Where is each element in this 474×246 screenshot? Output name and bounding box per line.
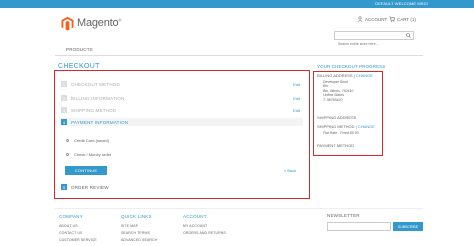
top-bar: DEFAULT WELCOME MSG! [0, 0, 474, 8]
magento-logo-icon [61, 16, 74, 31]
step-number: 5 [61, 184, 67, 190]
store-logo[interactable]: Magento® [60, 15, 121, 31]
footer-link[interactable]: CUSTOMER SERVICE [59, 238, 97, 242]
step-checkout-method[interactable]: 1 CHECKOUT METHOD Edit [61, 80, 303, 88]
footer-link[interactable]: ORDERS AND RETURNS [183, 231, 226, 235]
newsletter-heading: NEWSLETTER [327, 213, 360, 218]
edit-link[interactable]: Edit [293, 96, 300, 101]
step-shipping-method[interactable]: 3 SHIPPING METHOD Edit [61, 106, 303, 114]
billing-address-heading: BILLING ADDRESS | CHANGE [317, 73, 373, 78]
cart-icon [389, 16, 395, 22]
footer-link[interactable]: ABOUT US [59, 224, 78, 228]
edit-link[interactable]: Edit [293, 108, 300, 113]
step-label: ORDER REVIEW [71, 184, 109, 190]
shipping-address-heading: SHIPPING ADDRESS [317, 115, 357, 120]
radio-button[interactable] [66, 152, 69, 156]
billing-address-block: Developer Stork Bin Bin, Illinois, 76241… [323, 80, 354, 102]
account-label: ACCOUNT [365, 16, 388, 22]
step-label: CHECKOUT METHOD [71, 81, 120, 87]
footer-link[interactable]: SEARCH TERMS [121, 231, 150, 235]
payment-option-label: Check / Money order [74, 151, 112, 157]
step-label: SHIPPING METHOD [71, 107, 117, 113]
footer-link[interactable]: SITE MAP [121, 224, 138, 228]
footer-link[interactable]: MY ACCOUNT [183, 224, 207, 228]
payment-option-credit-card[interactable]: Credit Card (saved) [66, 136, 146, 144]
main-nav: PRODUCTS [55, 44, 423, 56]
cart-link[interactable]: CART (1) [389, 16, 416, 22]
subscribe-button[interactable]: SUBSCRIBE [393, 222, 423, 231]
footer-heading-account: ACCOUNT [183, 214, 207, 219]
payment-method-heading: PAYMENT METHOD [317, 143, 355, 148]
welcome-message: DEFAULT WELCOME MSG! [375, 1, 428, 6]
step-label: BILLING INFORMATION [71, 95, 125, 101]
step-number: 2 [61, 95, 67, 101]
step-number: 3 [61, 107, 67, 113]
search-box [334, 31, 414, 48]
payment-option-check[interactable]: Check / Money order [66, 150, 146, 158]
footer-heading-company: COMPANY [59, 214, 83, 219]
shipping-rate: Flat Rate - Fixed $5.00 [323, 131, 359, 135]
step-payment-information[interactable]: 4 PAYMENT INFORMATION [61, 118, 303, 126]
step-label: PAYMENT INFORMATION [71, 119, 129, 125]
step-number: 4 [61, 119, 67, 125]
footer-heading-quick-links: QUICK LINKS [121, 214, 152, 219]
step-order-review[interactable]: 5 ORDER REVIEW [61, 183, 303, 191]
footer-link[interactable]: ADVANCED SEARCH [121, 238, 157, 242]
shipping-method-heading: SHIPPING METHOD | CHANGE [317, 124, 375, 129]
change-link[interactable]: CHANGE [356, 73, 373, 78]
step-billing-information[interactable]: 2 BILLING INFORMATION Edit [61, 94, 303, 102]
radio-button[interactable] [66, 138, 69, 142]
change-link[interactable]: CHANGE [358, 124, 375, 129]
nav-item-products[interactable]: PRODUCTS [66, 47, 93, 52]
checkout-steps-highlight [54, 70, 310, 199]
payment-option-label: Credit Card (saved) [74, 137, 109, 143]
footer-divider [55, 208, 423, 209]
user-icon [357, 16, 363, 22]
search-icon[interactable] [406, 33, 411, 38]
account-link[interactable]: ACCOUNT [357, 16, 387, 22]
back-link[interactable]: « Back [284, 168, 296, 173]
progress-title: YOUR CHECKOUT PROGRESS [317, 64, 386, 69]
continue-button[interactable]: CONTINUE [65, 166, 107, 175]
page-title: CHECKOUT [58, 63, 100, 70]
newsletter-email-input[interactable] [327, 222, 391, 231]
logo-text: Magento® [77, 17, 122, 29]
edit-link[interactable]: Edit [293, 82, 300, 87]
cart-label: CART (1) [397, 16, 416, 22]
step-number: 1 [61, 81, 67, 87]
footer-link[interactable]: CONTACT US [59, 231, 82, 235]
